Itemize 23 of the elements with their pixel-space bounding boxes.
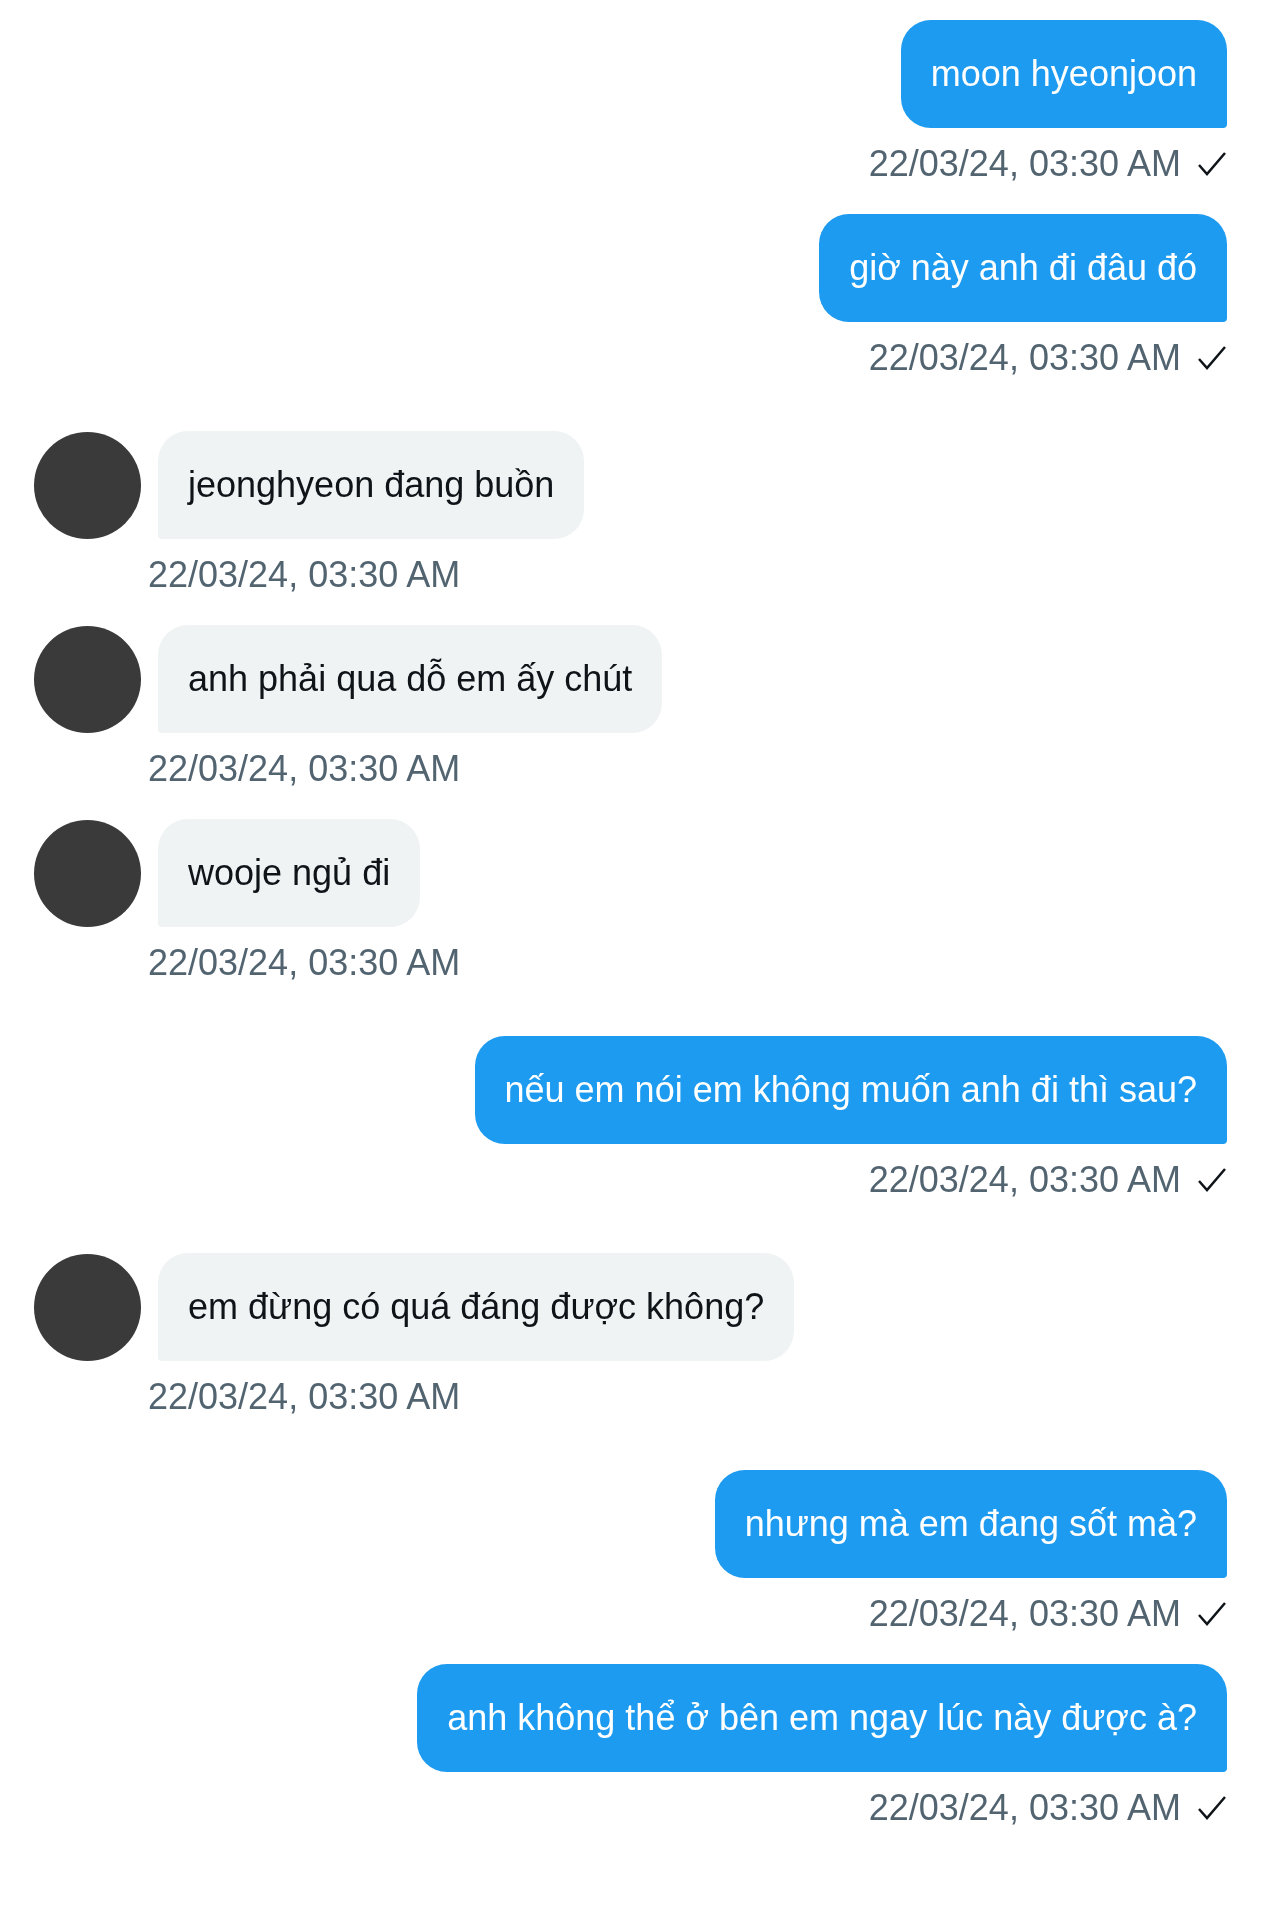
message-bubble: anh phải qua dỗ em ấy chút [158, 625, 663, 733]
message-bubble: nhưng mà em đang sốt mà? [714, 1470, 1227, 1578]
checkmark-icon [1197, 1167, 1227, 1193]
timestamp: 22/03/24, 03:30 AM [148, 553, 461, 597]
timestamp: 22/03/24, 03:30 AM [148, 941, 461, 985]
checkmark-icon [1197, 1795, 1227, 1821]
timestamp: 22/03/24, 03:30 AM [148, 747, 461, 791]
message-bubble: jeonghyeon đang buồn [158, 431, 585, 539]
message-bubble: giờ này anh đi đâu đó [819, 214, 1227, 322]
timestamp: 22/03/24, 03:30 AM [868, 1592, 1181, 1636]
timestamp: 22/03/24, 03:30 AM [868, 1786, 1181, 1830]
timestamp: 22/03/24, 03:30 AM [868, 1158, 1181, 1202]
message-bubble: anh không thể ở bên em ngay lúc này được à? [417, 1664, 1227, 1772]
timestamp: 22/03/24, 03:30 AM [868, 142, 1181, 186]
message-bubble: nếu em nói em không muốn anh đi thì sau? [474, 1036, 1227, 1144]
checkmark-icon [1197, 1601, 1227, 1627]
message-bubble: wooje ngủ đi [158, 819, 421, 927]
timestamp: 22/03/24, 03:30 AM [868, 336, 1181, 380]
message-bubble: moon hyeonjoon [900, 20, 1227, 128]
message-bubble: em đừng có quá đáng được không? [158, 1253, 795, 1361]
checkmark-icon [1197, 345, 1227, 371]
checkmark-icon [1197, 151, 1227, 177]
timestamp: 22/03/24, 03:30 AM [148, 1375, 461, 1419]
